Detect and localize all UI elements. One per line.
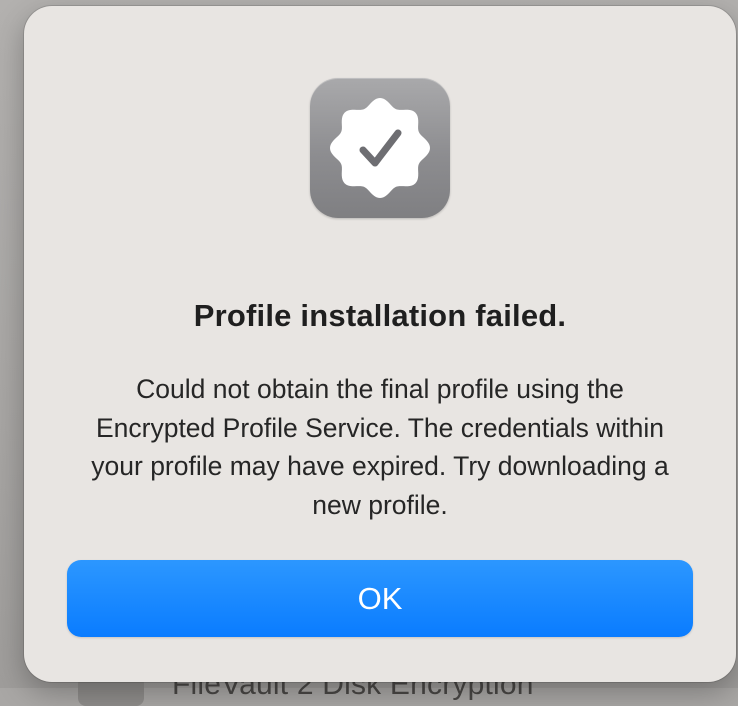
verified-badge-icon [310,78,450,218]
alert-dialog: Profile installation failed. Could not o… [24,6,736,682]
badge-shape [330,98,430,198]
dialog-message: Could not obtain the final profile using… [91,374,669,520]
ok-button[interactable]: OK [67,560,693,637]
dialog-title: Profile installation failed. [193,298,567,333]
